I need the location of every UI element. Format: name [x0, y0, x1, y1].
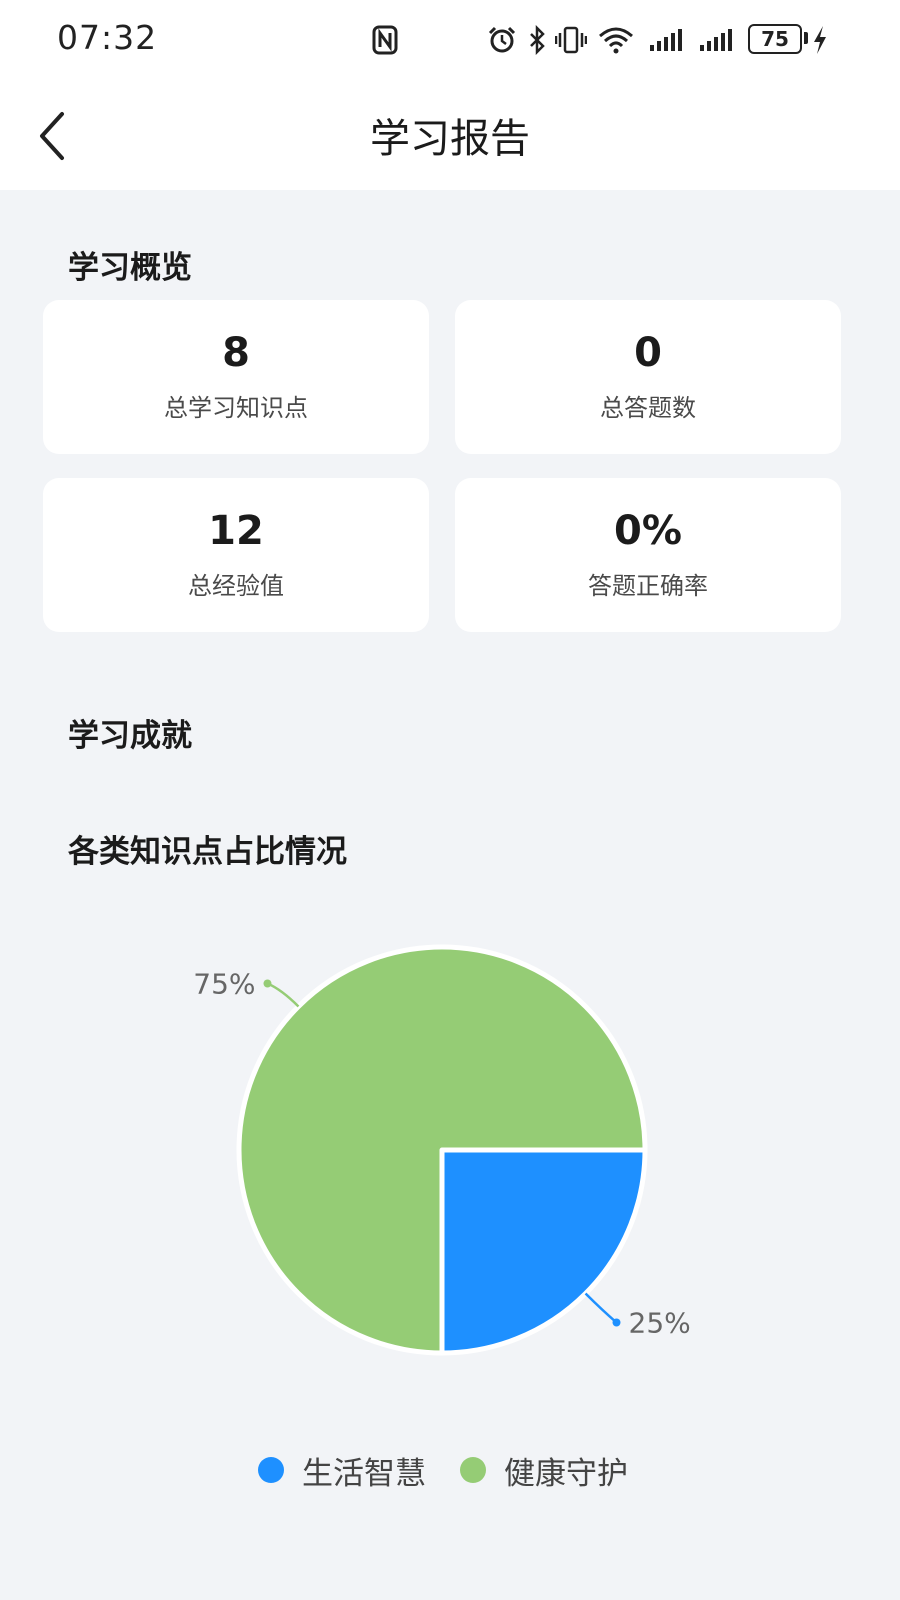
pie-leader-dot-1 — [263, 979, 272, 988]
status-time: 07:32 — [57, 18, 158, 57]
stat-value: 0% — [614, 508, 682, 554]
legend-dot-icon — [460, 1457, 486, 1483]
alarm-icon — [486, 18, 518, 62]
status-icons: 75 — [370, 18, 850, 62]
wifi-icon — [596, 18, 636, 62]
stat-label: 总学习知识点 — [164, 394, 308, 422]
signal-icon — [648, 18, 686, 62]
pie-leader-line-1 — [266, 982, 300, 1008]
stat-value: 0 — [634, 330, 662, 376]
status-bar: 07:32 75 — [0, 0, 900, 80]
battery-tip — [804, 32, 808, 44]
bluetooth-icon — [526, 18, 548, 62]
nav-header: 学习报告 — [0, 80, 900, 190]
pie-data-label-1: 75% — [193, 967, 255, 1000]
stat-value: 8 — [222, 330, 250, 376]
legend-item-1[interactable]: 健康守护 — [460, 1440, 628, 1500]
charging-icon — [810, 18, 830, 62]
stat-card-knowledge-points: 8 总学习知识点 — [43, 300, 429, 454]
stat-label: 答题正确率 — [588, 572, 708, 600]
overview-section-title: 学习概览 — [68, 250, 192, 286]
pie-leader-dot-0 — [612, 1318, 621, 1327]
stat-label: 总答题数 — [600, 394, 696, 422]
achievements-section-title: 学习成就 — [68, 718, 192, 754]
pie-data-label-0: 25% — [629, 1307, 691, 1340]
stat-card-total-experience: 12 总经验值 — [43, 478, 429, 632]
pie-leader-line-0 — [584, 1292, 618, 1324]
signal-icon — [698, 18, 736, 62]
distribution-section-title: 各类知识点占比情况 — [68, 834, 347, 870]
legend-item-0[interactable]: 生活智慧 — [258, 1440, 426, 1500]
chart-legend: 生活智慧 健康守护 — [0, 1440, 900, 1500]
vibrate-icon — [554, 18, 588, 62]
battery-icon: 75 — [748, 24, 802, 54]
stat-label: 总经验值 — [188, 572, 284, 600]
legend-label: 健康守护 — [504, 1455, 628, 1492]
legend-dot-icon — [258, 1457, 284, 1483]
page-title: 学习报告 — [370, 116, 530, 162]
nfc-icon — [370, 18, 400, 62]
stat-value: 12 — [208, 508, 264, 554]
stat-card-total-answers: 0 总答题数 — [455, 300, 841, 454]
legend-label: 生活智慧 — [302, 1455, 426, 1492]
stat-card-accuracy-rate: 0% 答题正确率 — [455, 478, 841, 632]
knowledge-distribution-pie-chart: 25% 75% — [193, 944, 691, 1356]
